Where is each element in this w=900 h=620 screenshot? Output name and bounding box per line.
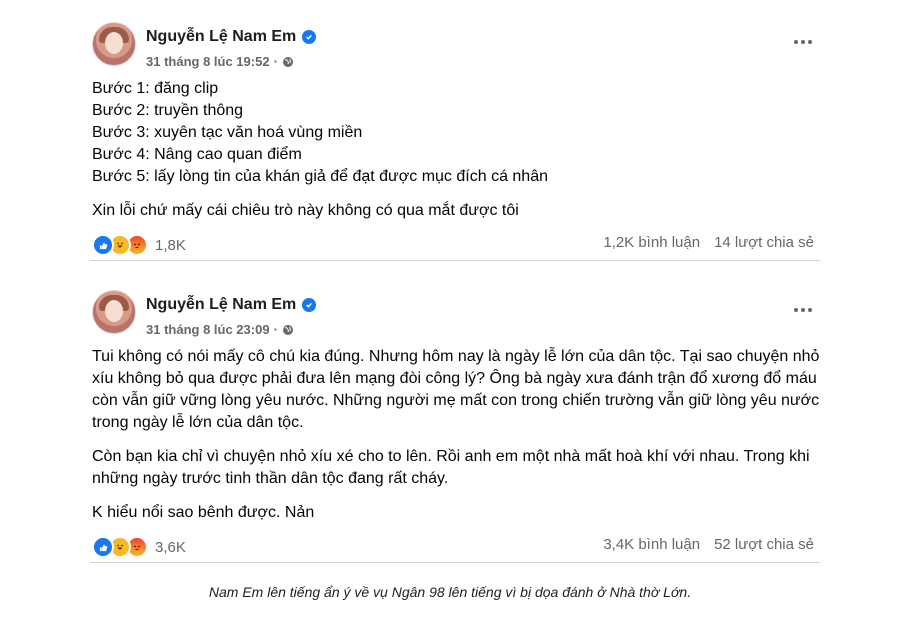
reactions-summary[interactable]: 3,6K xyxy=(92,536,186,558)
post-line: Bước 4: Nâng cao quan điểm xyxy=(92,146,302,163)
avatar[interactable] xyxy=(92,22,136,66)
reaction-count: 3,6K xyxy=(155,538,186,556)
post-timestamp[interactable]: 31 tháng 8 lúc 23:09 xyxy=(146,322,270,337)
verified-badge-icon xyxy=(302,298,317,312)
more-options-icon[interactable] xyxy=(794,40,812,44)
reactions-summary[interactable]: 1,8K xyxy=(92,234,186,256)
post-line: Bước 1: đăng clip xyxy=(92,80,219,97)
post-line: Bước 3: xuyên tạc văn hoá vùng miền xyxy=(92,124,363,141)
post-footer: 1,8K 1,2K bình luận 14 lượt chia sẻ xyxy=(90,230,820,261)
post-line: Xin lỗi chứ mấy cái chiêu trò này không … xyxy=(92,202,519,219)
reaction-count: 1,8K xyxy=(155,236,186,254)
like-reaction-icon xyxy=(92,234,114,256)
globe-icon xyxy=(282,56,294,68)
post-header: Nguyễn Lệ Nam Em 31 tháng 8 lúc 23:09 · xyxy=(90,290,820,346)
verified-badge-icon xyxy=(302,30,317,44)
post-card: Nguyễn Lệ Nam Em 31 tháng 8 lúc 23:09 · … xyxy=(90,290,820,563)
post-timestamp[interactable]: 31 tháng 8 lúc 19:52 xyxy=(146,54,270,69)
post-footer: 3,6K 3,4K bình luận 52 lượt chia sẻ xyxy=(90,532,820,563)
like-reaction-icon xyxy=(92,536,114,558)
meta-separator: · xyxy=(273,54,278,69)
post-header: Nguyễn Lệ Nam Em 31 tháng 8 lúc 19:52 · xyxy=(90,22,820,78)
post-body: Tui không có nói mấy cô chú kia đúng. Nh… xyxy=(90,346,820,524)
post-line: Bước 2: truyền thông xyxy=(92,102,244,119)
share-count[interactable]: 52 lượt chia sẻ xyxy=(714,536,814,553)
post-body: Bước 1: đăng clip Bước 2: truyền thông B… xyxy=(90,78,820,222)
author-name[interactable]: Nguyễn Lệ Nam Em xyxy=(146,296,296,314)
post-paragraph: K hiểu nổi sao bênh được. Nản xyxy=(92,504,315,521)
more-options-icon[interactable] xyxy=(794,308,812,312)
post-paragraph: Còn bạn kia chỉ vì chuyện nhỏ xíu xé cho… xyxy=(92,448,810,487)
comment-count[interactable]: 1,2K bình luận xyxy=(603,234,700,251)
post-line: Bước 5: lấy lòng tin của khán giả để đạt… xyxy=(92,168,548,185)
globe-icon xyxy=(282,324,294,336)
avatar[interactable] xyxy=(92,290,136,334)
image-caption: Nam Em lên tiếng ẩn ý về vụ Ngân 98 lên … xyxy=(208,584,692,600)
meta-separator: · xyxy=(273,322,278,337)
author-name[interactable]: Nguyễn Lệ Nam Em xyxy=(146,28,296,46)
post-card: Nguyễn Lệ Nam Em 31 tháng 8 lúc 19:52 · … xyxy=(90,22,820,261)
post-paragraph: Tui không có nói mấy cô chú kia đúng. Nh… xyxy=(92,348,820,431)
share-count[interactable]: 14 lượt chia sẻ xyxy=(714,234,814,251)
comment-count[interactable]: 3,4K bình luận xyxy=(603,536,700,553)
